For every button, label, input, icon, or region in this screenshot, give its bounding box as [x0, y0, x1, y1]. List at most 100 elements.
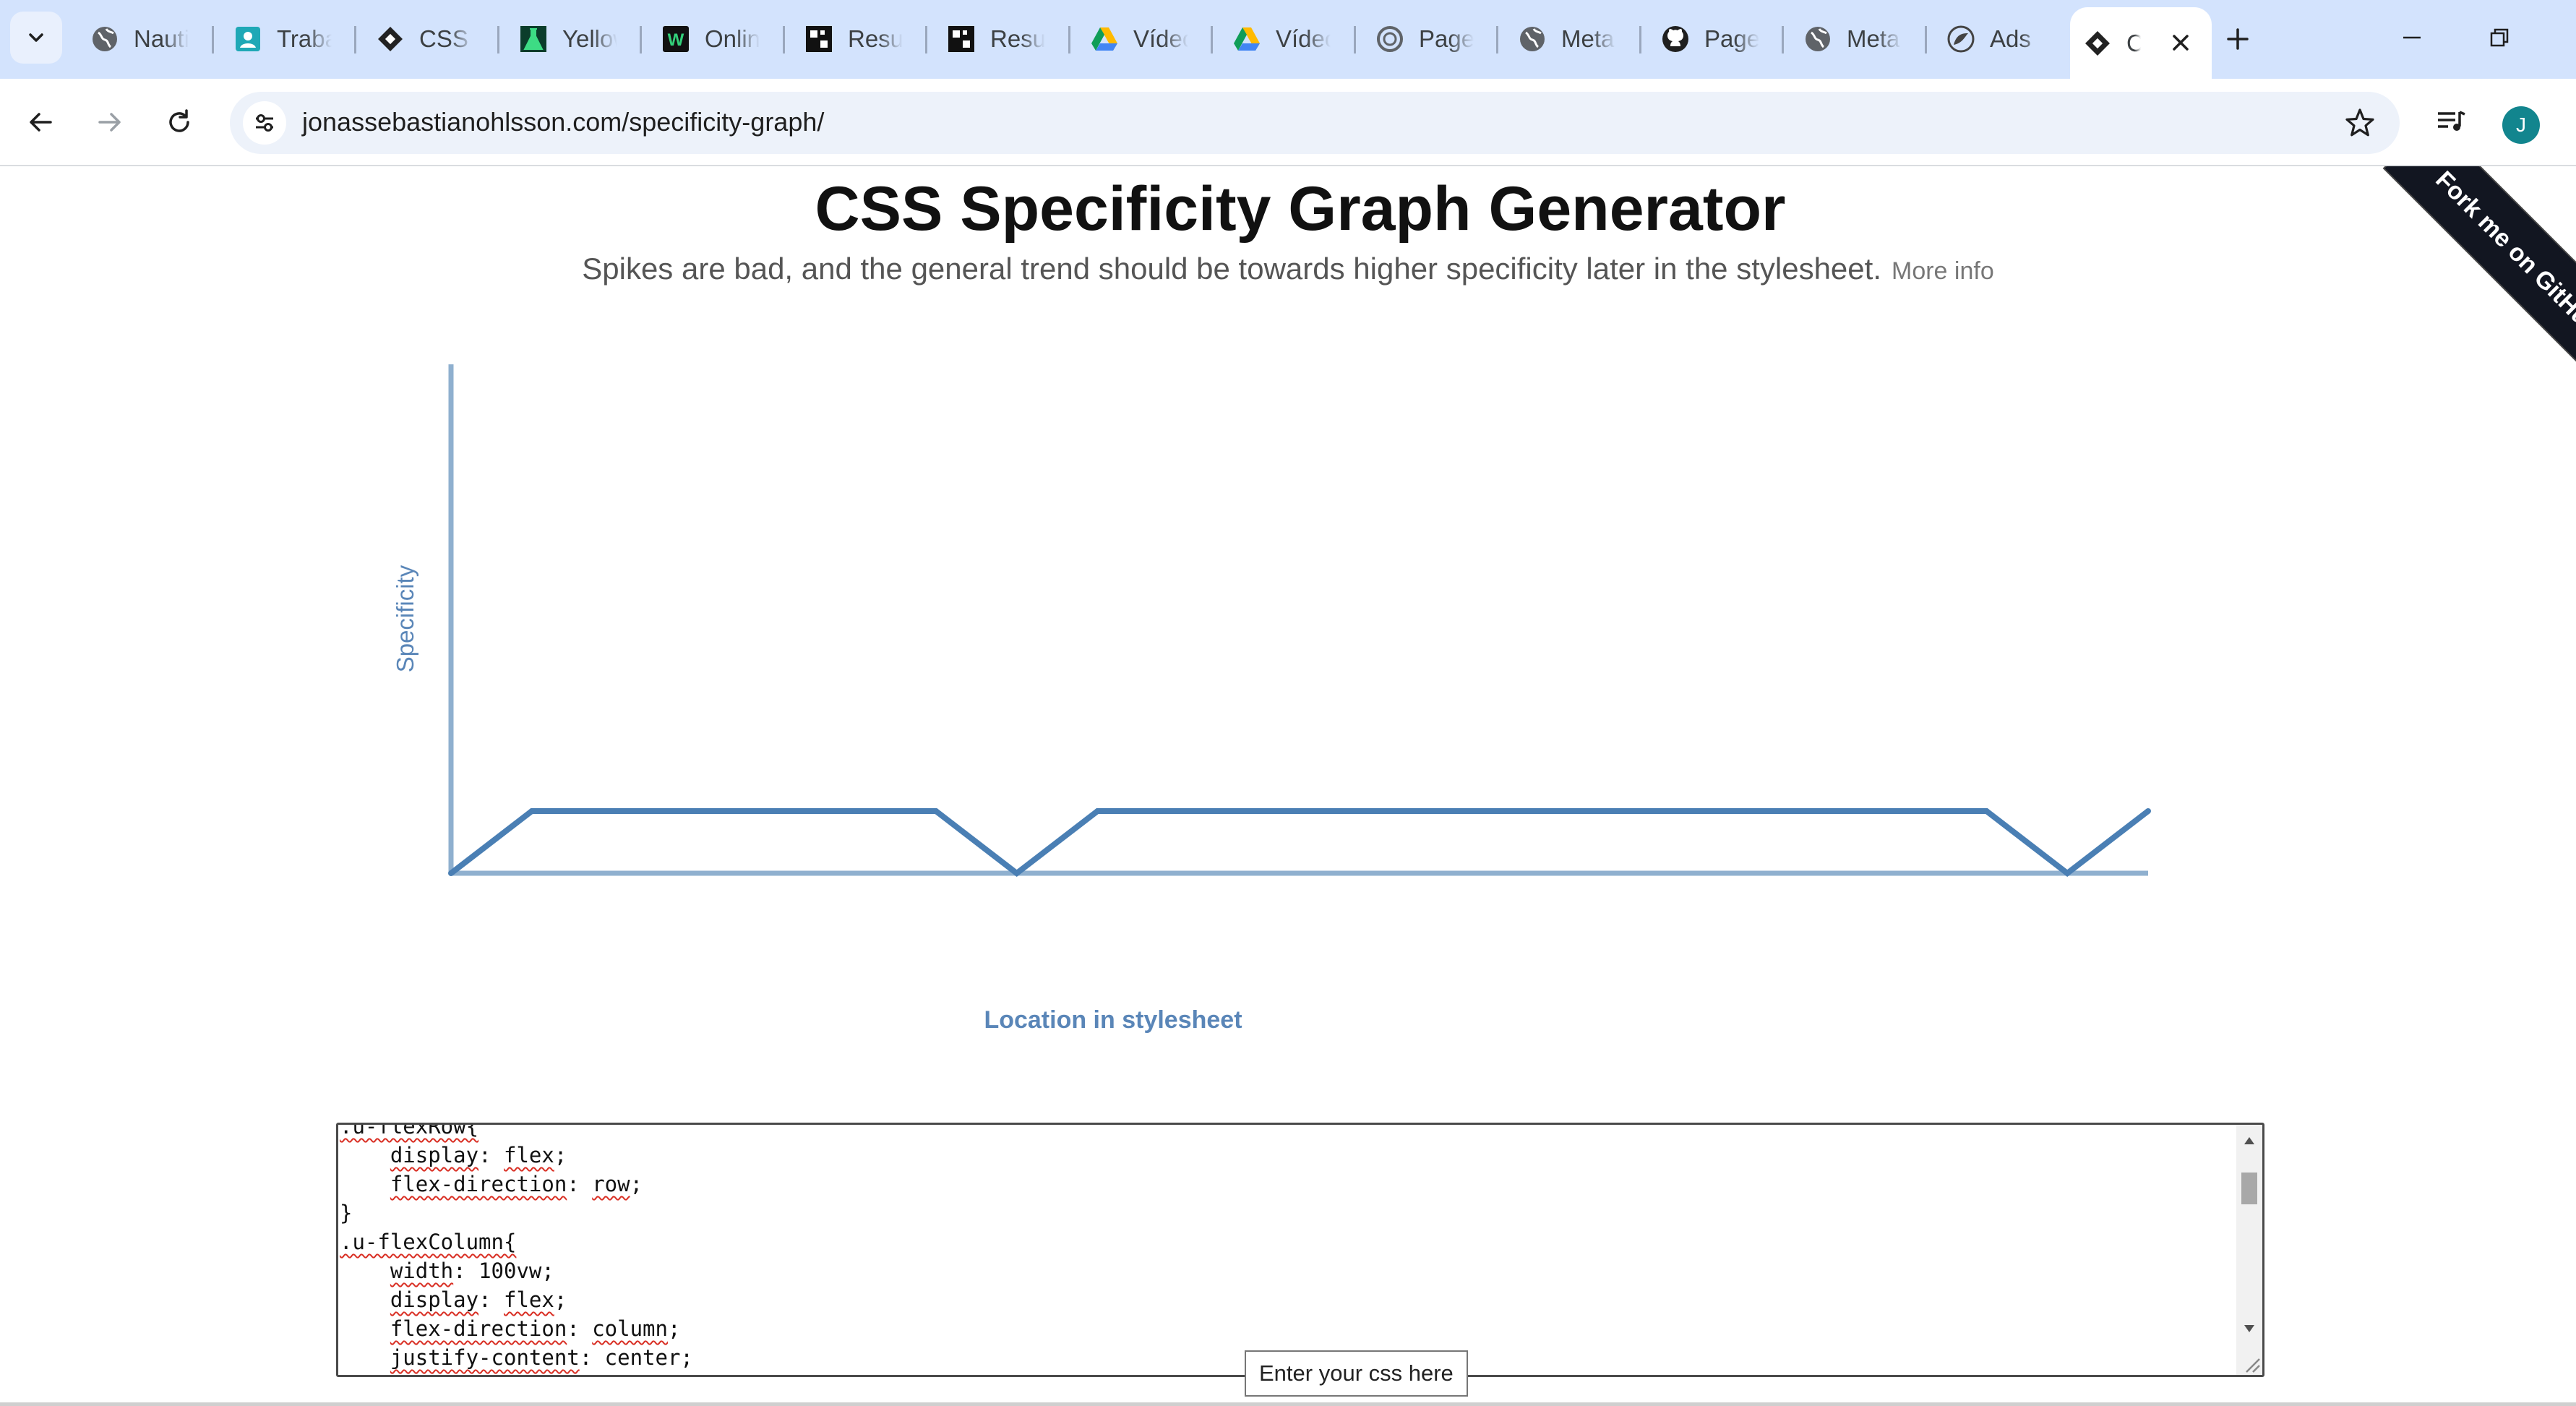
spellcheck-token: display	[390, 1143, 479, 1167]
tab-separator	[1211, 26, 1213, 53]
close-tab-button[interactable]	[2163, 25, 2199, 61]
code-token: ;	[554, 1143, 567, 1167]
data-point[interactable]	[1175, 808, 1182, 814]
tab-title: CSS Specificity Graph	[419, 25, 474, 52]
data-point[interactable]	[1579, 808, 1586, 814]
data-point[interactable]	[1013, 870, 1020, 876]
data-point[interactable]	[609, 808, 616, 814]
ads-icon	[1946, 25, 1975, 53]
data-point[interactable]	[1983, 808, 1990, 814]
more-info-link[interactable]: More info	[1892, 257, 1994, 285]
scroll-thumb[interactable]	[2241, 1173, 2257, 1204]
scroll-down-button[interactable]	[2236, 1316, 2262, 1342]
forward-button[interactable]	[88, 100, 132, 144]
data-point[interactable]	[448, 870, 454, 876]
data-point[interactable]	[2064, 870, 2071, 876]
address-bar[interactable]: jonassebastianohlsson.com/specificity-gr…	[230, 92, 2400, 154]
tab-1[interactable]: Nautilus	[77, 13, 207, 65]
tab-7[interactable]: Resultados	[934, 13, 1064, 65]
tab-title: Resultados	[990, 25, 1045, 52]
chevron-down-icon	[29, 33, 43, 42]
tab-2[interactable]: Trabajos	[220, 13, 351, 65]
url-text[interactable]: jonassebastianohlsson.com/specificity-gr…	[302, 107, 824, 137]
fork-github-ribbon[interactable]: Fork me on GitHub	[2389, 166, 2576, 383]
plus-icon	[2227, 28, 2249, 50]
css-code[interactable]: .u-flexRow{ display: flex; flex-directio…	[340, 1125, 693, 1375]
y-axis-label: Specificity	[392, 565, 418, 672]
data-point[interactable]	[1336, 808, 1343, 814]
site-info-button[interactable]	[243, 101, 286, 145]
tab-10[interactable]: PageSpeed	[1362, 13, 1493, 65]
data-point[interactable]	[690, 808, 697, 814]
tab-separator	[1068, 26, 1070, 53]
spellcheck-token: flex-direction	[390, 1172, 567, 1196]
data-point[interactable]	[2145, 808, 2151, 814]
code-line: justify-content: center;	[340, 1343, 693, 1372]
tab-3[interactable]: CSS Specificity Graph	[363, 13, 493, 65]
code-token: :	[478, 1287, 504, 1312]
spellcheck-token: row	[592, 1172, 630, 1196]
browser-toolbar: jonassebastianohlsson.com/specificity-gr…	[0, 79, 2576, 166]
data-point[interactable]	[1821, 808, 1828, 814]
data-point[interactable]	[1498, 808, 1505, 814]
tab-separator	[1782, 26, 1784, 53]
data-point[interactable]	[1094, 808, 1101, 814]
back-button[interactable]	[19, 100, 62, 144]
globe-icon	[1518, 25, 1547, 53]
tab-5[interactable]: W Online	[648, 13, 778, 65]
tab-active[interactable]: CSS Specificity Graph	[2070, 7, 2212, 79]
tab-title: Vídeo	[1276, 25, 1331, 52]
tab-12[interactable]: Pages	[1648, 13, 1778, 65]
minimize-button[interactable]	[2387, 16, 2437, 59]
google-drive-icon	[1232, 25, 1261, 53]
tab-6[interactable]: Resultados	[791, 13, 922, 65]
tab-8[interactable]: Vídeo	[1077, 13, 1207, 65]
spellcheck-token: .u-flexColumn{	[340, 1230, 517, 1254]
tab-separator	[1925, 26, 1927, 53]
restore-button[interactable]	[2474, 16, 2525, 59]
tab-strip: Nautilus Trabajos CSS Specificity Graph Yel…	[0, 0, 2576, 79]
media-controls-button[interactable]	[2429, 100, 2473, 144]
close-icon	[2173, 35, 2189, 51]
data-point[interactable]	[1660, 808, 1667, 814]
code-token: :	[567, 1316, 593, 1341]
spellcheck-token: display	[390, 1287, 479, 1312]
tab-title: Online	[705, 25, 760, 52]
profile-avatar[interactable]: J	[2502, 106, 2540, 144]
tab-4[interactable]: Yellow Lab Tools	[506, 13, 636, 65]
data-point[interactable]	[852, 808, 859, 814]
pagespeed-icon	[1375, 25, 1404, 53]
code-line: flex-direction: column;	[340, 1314, 693, 1343]
textarea-scrollbar[interactable]	[2236, 1125, 2262, 1375]
tab-14[interactable]: Ads	[1933, 13, 2064, 65]
reload-button[interactable]	[158, 100, 201, 144]
bookmark-button[interactable]	[2339, 102, 2381, 144]
tab-separator	[1496, 26, 1498, 53]
tab-9[interactable]: Vídeo	[1219, 13, 1349, 65]
spellcheck-token: align-items	[390, 1374, 529, 1375]
data-point[interactable]	[1902, 808, 1909, 814]
globe-icon	[1803, 25, 1832, 53]
code-token: ;	[667, 1316, 681, 1341]
restore-icon	[2490, 28, 2509, 47]
data-point[interactable]	[1256, 808, 1263, 814]
tab-separator	[212, 26, 214, 53]
data-point[interactable]	[1417, 808, 1424, 814]
code-line: .u-flexRow{	[340, 1125, 693, 1141]
scroll-up-button[interactable]	[2236, 1128, 2262, 1154]
code-line: display: flex;	[340, 1285, 693, 1314]
code-line: .u-flexColumn{	[340, 1227, 693, 1256]
data-point[interactable]	[528, 808, 535, 814]
new-tab-button[interactable]	[2219, 20, 2257, 58]
data-point[interactable]	[1740, 808, 1747, 814]
tab-search-button[interactable]	[10, 12, 62, 64]
css-input-textarea[interactable]: .u-flexRow{ display: flex; flex-directio…	[336, 1123, 2264, 1377]
reload-icon	[169, 109, 189, 132]
data-point[interactable]	[932, 808, 939, 814]
tab-13[interactable]: Meta	[1790, 13, 1920, 65]
tab-11[interactable]: Meta	[1505, 13, 1635, 65]
data-point[interactable]	[771, 808, 778, 814]
resize-handle-icon[interactable]	[2239, 1352, 2261, 1373]
